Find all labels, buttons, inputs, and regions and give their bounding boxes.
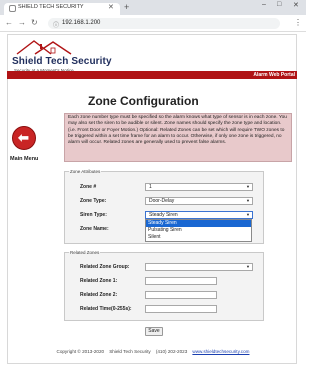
- chevron-down-icon: ▼: [246, 212, 250, 217]
- new-tab-icon[interactable]: +: [124, 2, 129, 12]
- related-time-input[interactable]: [145, 305, 217, 313]
- zone-attributes-legend: Zone Attributes: [70, 169, 101, 174]
- zone-type-select[interactable]: Door-Delay ▼: [145, 197, 253, 205]
- close-window-icon[interactable]: ✕: [293, 1, 299, 9]
- footer-company: Shield Tech Security: [109, 349, 151, 354]
- related-zone1-label: Related Zone 1:: [80, 278, 118, 284]
- forward-icon[interactable]: →: [18, 18, 26, 27]
- footer-copyright: Copyright © 2013-2020: [56, 349, 105, 354]
- zone-number-select[interactable]: 1 ▼: [145, 183, 253, 191]
- siren-option-steady[interactable]: Steady Siren: [146, 220, 251, 227]
- browser-tab-bar: SHIELD TECH SECURITY ✕ + – □ ✕: [0, 0, 306, 15]
- siren-option-silent[interactable]: Silent: [146, 234, 251, 241]
- footer-phone: (410) 202-2023: [155, 349, 188, 354]
- logo-house-icon: [16, 40, 72, 55]
- browser-menu-icon[interactable]: ⋮: [294, 18, 302, 27]
- zone-number-label: Zone #: [80, 184, 97, 190]
- chevron-down-icon: ▼: [246, 184, 250, 189]
- save-button[interactable]: Save: [145, 327, 163, 336]
- siren-type-value: Steady Siren: [149, 212, 178, 218]
- zone-type-label: Zone Type:: [80, 198, 107, 204]
- related-zone2-label: Related Zone 2:: [80, 292, 118, 298]
- page-icon: [9, 5, 16, 12]
- related-zones-legend: Related Zones: [70, 250, 100, 255]
- zone-name-label: Zone Name:: [80, 226, 109, 232]
- related-group-label: Related Zone Group:: [80, 264, 130, 270]
- footer: Copyright © 2013-2020 Shield Tech Securi…: [0, 349, 306, 354]
- close-tab-icon[interactable]: ✕: [108, 3, 114, 11]
- url-field[interactable]: ⓘ 192.168.1.200: [48, 18, 280, 29]
- minimize-icon[interactable]: –: [262, 1, 266, 8]
- address-bar: ← → ↻ ⓘ 192.168.1.200 ⋮: [0, 15, 306, 32]
- related-zone2-input[interactable]: [145, 291, 217, 299]
- related-group-select[interactable]: ▼: [145, 263, 253, 271]
- reload-icon[interactable]: ↻: [31, 18, 38, 27]
- chevron-down-icon: ▼: [246, 198, 250, 203]
- browser-tab[interactable]: SHIELD TECH SECURITY ✕: [4, 3, 120, 15]
- siren-type-select[interactable]: Steady Siren ▼: [145, 211, 253, 219]
- back-arrow-icon: ⬅: [18, 130, 29, 145]
- main-menu-label[interactable]: Main Menu: [10, 156, 38, 162]
- description-box: Each zone number type must be specified …: [64, 113, 292, 162]
- related-time-label: Related Time(0-255s):: [80, 306, 132, 312]
- logo-text: Shield Tech Security: [12, 56, 112, 67]
- url-text: 192.168.1.200: [62, 20, 101, 26]
- tab-title: SHIELD TECH SECURITY: [18, 4, 84, 10]
- siren-option-pulsating[interactable]: Pulsating Siren: [146, 227, 251, 234]
- related-zone1-input[interactable]: [145, 277, 217, 285]
- chevron-down-icon: ▼: [246, 264, 250, 269]
- zone-number-value: 1: [149, 184, 152, 190]
- siren-type-dropdown: Steady Siren Pulsating Siren Silent: [145, 219, 252, 242]
- maximize-icon[interactable]: □: [277, 1, 281, 8]
- siren-type-label: Siren Type:: [80, 212, 107, 218]
- info-icon: ⓘ: [53, 23, 60, 29]
- zone-type-value: Door-Delay: [149, 198, 175, 204]
- main-menu-button[interactable]: ⬅: [12, 126, 36, 150]
- portal-label: Alarm Web Portal: [253, 72, 295, 78]
- back-icon[interactable]: ←: [5, 18, 13, 27]
- page-title: Zone Configuration: [88, 94, 199, 108]
- footer-website-link[interactable]: www.shieldtechsecurity.com: [192, 349, 249, 354]
